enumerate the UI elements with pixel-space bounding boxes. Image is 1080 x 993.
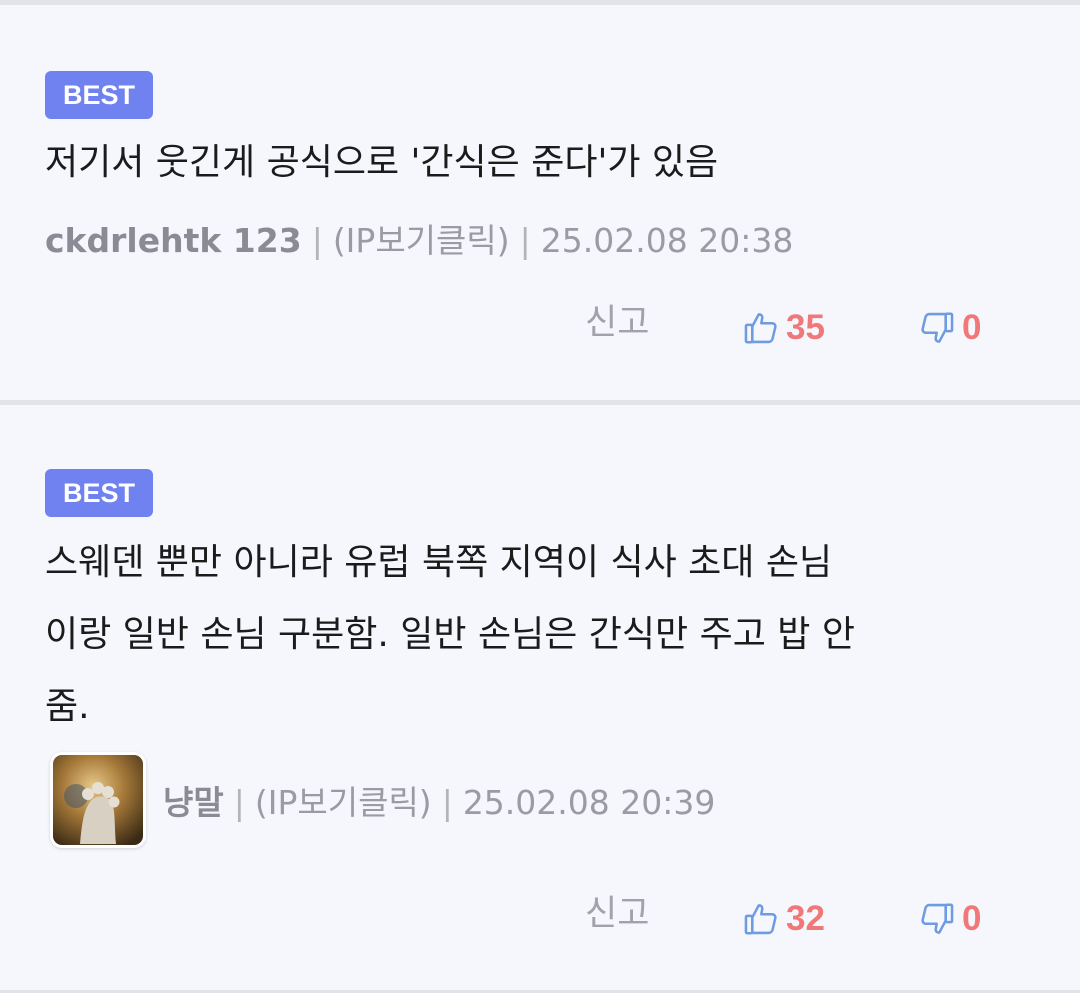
comment-text: 스웨덴 뿐만 아니라 유럽 북쪽 지역이 식사 초대 손님 이랑 일반 손님 구… xyxy=(45,542,855,727)
comment-item: BEST 스웨덴 뿐만 아니라 유럽 북쪽 지역이 식사 초대 손님 이랑 일반… xyxy=(0,0,1080,993)
meta-separator: | xyxy=(233,783,245,822)
comment-actions: 신고 32 0 xyxy=(0,889,1080,939)
comment-datetime: 25.02.08 20:39 xyxy=(462,783,716,822)
thumbs-down-icon xyxy=(918,900,956,938)
dislike-button[interactable]: 0 xyxy=(918,894,981,944)
author-name[interactable]: 냥말 xyxy=(163,780,224,826)
avatar[interactable] xyxy=(50,752,146,848)
comment-meta: 냥말 | (IP보기클릭) | 25.02.08 20:39 xyxy=(163,780,715,826)
report-button[interactable]: 신고 xyxy=(585,889,649,939)
dislike-count: 0 xyxy=(962,899,982,938)
best-badge: BEST xyxy=(45,469,153,517)
thumbs-up-icon xyxy=(742,900,780,938)
ip-view-link[interactable]: (IP보기클릭) xyxy=(255,780,432,826)
like-count: 32 xyxy=(786,899,825,938)
meta-separator: | xyxy=(441,783,453,822)
like-button[interactable]: 32 xyxy=(742,894,825,944)
